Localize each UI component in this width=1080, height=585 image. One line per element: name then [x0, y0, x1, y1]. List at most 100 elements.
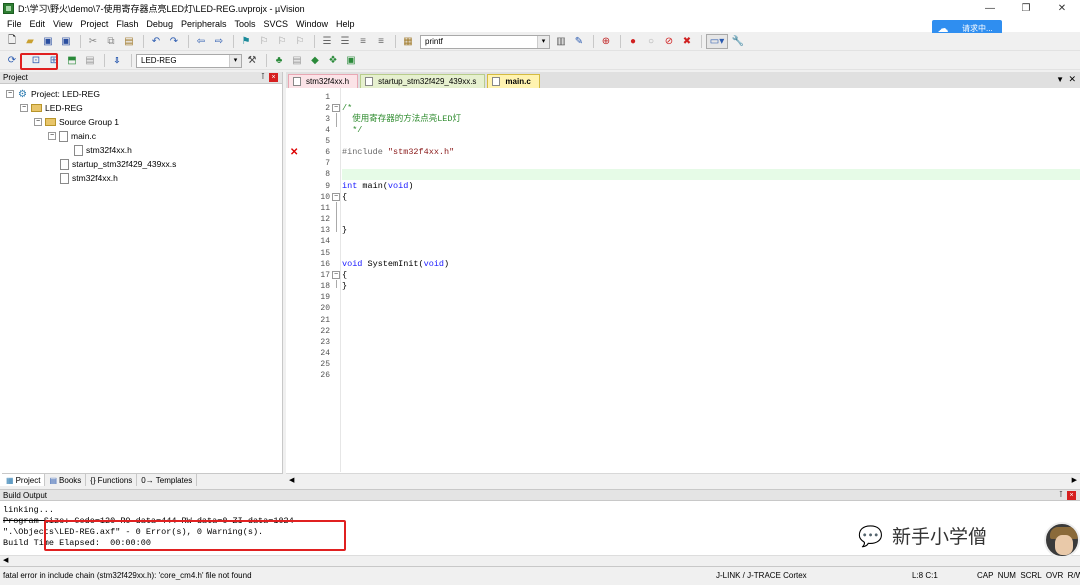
- tree-group-label: Source Group 1: [59, 117, 120, 127]
- line-number: 2: [325, 104, 330, 113]
- target-select[interactable]: LED-REG ▾: [136, 53, 242, 68]
- fold-toggle-icon[interactable]: −: [332, 271, 340, 279]
- close-tab-icon[interactable]: ✕: [1068, 74, 1076, 85]
- close-icon[interactable]: ✕: [1044, 3, 1080, 14]
- undo-icon[interactable]: ↶: [148, 34, 164, 49]
- error-marker-icon[interactable]: ✕: [290, 147, 298, 158]
- menu-file[interactable]: File: [3, 19, 26, 29]
- collapse-icon[interactable]: −: [20, 104, 28, 112]
- collapse-icon[interactable]: −: [34, 118, 42, 126]
- minimize-icon[interactable]: —: [972, 3, 1008, 14]
- menu-flash[interactable]: Flash: [112, 19, 142, 29]
- save-icon[interactable]: ▣: [40, 34, 56, 49]
- find-combo[interactable]: printf ▾: [420, 34, 550, 49]
- nav-back-icon[interactable]: ⇦: [193, 34, 209, 49]
- next-bookmark-icon[interactable]: ⚐: [274, 34, 290, 49]
- editor-horizontal-scrollbar[interactable]: ◀ ▶: [286, 473, 1080, 486]
- chevron-down-icon[interactable]: ▾: [229, 54, 241, 67]
- tab-stm32f4xx-h[interactable]: stm32f4xx.h: [288, 74, 359, 88]
- copy-icon[interactable]: ⧉: [103, 34, 119, 49]
- tree-file-startup[interactable]: startup_stm32f429_439xx.s: [60, 158, 176, 170]
- tab-books[interactable]: ▤ Books: [45, 474, 87, 486]
- unindent-icon[interactable]: ☰: [337, 34, 353, 49]
- close-panel-icon[interactable]: ×: [1067, 491, 1076, 500]
- redo-icon[interactable]: ↷: [166, 34, 182, 49]
- fold-toggle-icon[interactable]: −: [332, 193, 340, 201]
- menu-edit[interactable]: Edit: [26, 19, 50, 29]
- collapse-icon[interactable]: −: [6, 90, 14, 98]
- find-in-files-icon[interactable]: ▦: [400, 34, 416, 49]
- tab-project[interactable]: ▦ Project: [2, 474, 46, 486]
- disable-breakpoint-icon[interactable]: ○: [643, 34, 659, 49]
- file-extensions-icon[interactable]: ▤: [289, 53, 305, 68]
- batch-build-icon[interactable]: ⬒: [64, 53, 80, 68]
- build-output-scrollbar[interactable]: ◀: [0, 555, 1080, 565]
- scroll-left-icon[interactable]: ◀: [289, 476, 294, 484]
- target-options-icon[interactable]: ⚒: [244, 53, 260, 68]
- tree-file-include[interactable]: stm32f4xx.h: [74, 144, 132, 156]
- manage-components-icon[interactable]: ♣: [271, 53, 287, 68]
- tab-main-c[interactable]: main.c: [487, 74, 540, 88]
- incremental-find-icon[interactable]: ✎: [571, 34, 587, 49]
- toolbar-separator: [314, 35, 315, 48]
- cut-icon[interactable]: ✂: [85, 34, 101, 49]
- fold-toggle-icon[interactable]: −: [332, 104, 340, 112]
- menu-help[interactable]: Help: [332, 19, 359, 29]
- line-number: 13: [320, 226, 330, 235]
- tab-startup[interactable]: startup_stm32f429_439xx.s: [360, 74, 486, 88]
- window-layout-icon[interactable]: ▭▾: [706, 34, 728, 49]
- stop-build-icon[interactable]: ▤: [82, 53, 98, 68]
- scroll-left-icon[interactable]: ◀: [3, 557, 8, 564]
- tab-templates[interactable]: 0→ Templates: [137, 474, 198, 486]
- start-debug-icon[interactable]: ⊕: [598, 34, 614, 49]
- menu-window[interactable]: Window: [292, 19, 332, 29]
- menu-debug[interactable]: Debug: [142, 19, 177, 29]
- code-area[interactable]: /* 使用寄存器的方法点亮LED灯 */ #include "stm32f4xx…: [342, 88, 1080, 472]
- disable-all-breakpoints-icon[interactable]: ⊘: [661, 34, 677, 49]
- tab-label: Templates: [155, 475, 193, 485]
- tree-file-main-c[interactable]: − main.c: [48, 130, 96, 142]
- find-icon[interactable]: ▥: [553, 34, 569, 49]
- menu-tools[interactable]: Tools: [230, 19, 259, 29]
- tree-target[interactable]: − LED-REG: [20, 102, 83, 114]
- line-number: 5: [325, 137, 330, 146]
- clear-bookmarks-icon[interactable]: ⚐: [292, 34, 308, 49]
- kill-breakpoints-icon[interactable]: ✖: [679, 34, 695, 49]
- pin-icon[interactable]: ⊺: [261, 72, 265, 82]
- configure-icon[interactable]: 🔧: [730, 34, 746, 49]
- menu-view[interactable]: View: [49, 19, 76, 29]
- collapse-icon[interactable]: −: [48, 132, 56, 140]
- prev-bookmark-icon[interactable]: ⚐: [256, 34, 272, 49]
- chevron-down-icon[interactable]: ▾: [537, 35, 549, 48]
- pack-installer-icon[interactable]: ▣: [343, 53, 359, 68]
- uncomment-icon[interactable]: ≡: [373, 34, 389, 49]
- scroll-right-icon[interactable]: ▶: [1072, 476, 1077, 484]
- indent-icon[interactable]: ☰: [319, 34, 335, 49]
- restore-icon[interactable]: ❐: [1008, 3, 1044, 14]
- bookmark-icon[interactable]: ⚑: [238, 34, 254, 49]
- code-line: /*: [342, 103, 353, 113]
- tree-file-header[interactable]: stm32f4xx.h: [60, 172, 118, 184]
- pin-icon[interactable]: ⊺: [1059, 490, 1063, 500]
- code-line: */: [342, 125, 363, 135]
- nav-forward-icon[interactable]: ⇨: [211, 34, 227, 49]
- save-all-icon[interactable]: ▣: [58, 34, 74, 49]
- file-icon: [293, 77, 301, 86]
- translate-icon[interactable]: ⟳: [4, 53, 20, 68]
- tree-project-root[interactable]: − ⚙ Project: LED-REG: [6, 88, 100, 100]
- menu-peripherals[interactable]: Peripherals: [177, 19, 231, 29]
- tab-functions[interactable]: {} Functions: [86, 474, 138, 486]
- menu-project[interactable]: Project: [76, 19, 112, 29]
- new-file-icon[interactable]: 🗋: [4, 34, 20, 49]
- paste-icon[interactable]: ▤: [121, 34, 137, 49]
- breakpoint-icon[interactable]: ●: [625, 34, 641, 49]
- tree-group[interactable]: − Source Group 1: [34, 116, 119, 128]
- open-file-icon[interactable]: ▰: [22, 34, 38, 49]
- select-packs-icon[interactable]: ◆: [307, 53, 323, 68]
- tab-list-dropdown-icon[interactable]: ▼: [1056, 75, 1064, 84]
- run-time-env-icon[interactable]: ❖: [325, 53, 341, 68]
- close-panel-icon[interactable]: ×: [269, 73, 278, 82]
- download-icon[interactable]: ⇩: [109, 53, 125, 68]
- comment-icon[interactable]: ≡: [355, 34, 371, 49]
- menu-svcs[interactable]: SVCS: [260, 19, 293, 29]
